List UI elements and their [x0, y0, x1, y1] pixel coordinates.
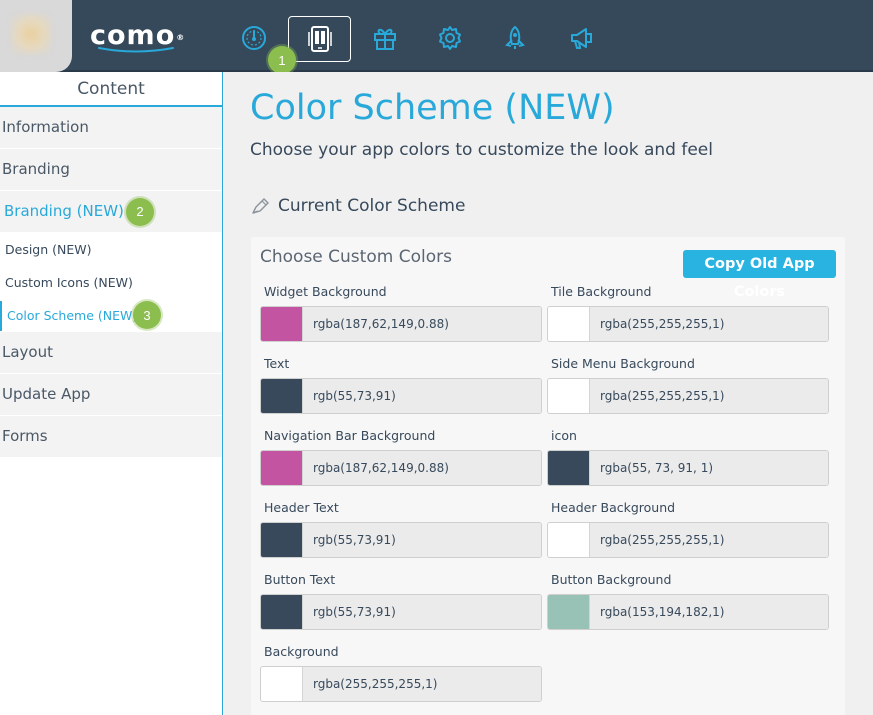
color-input[interactable]: rgba(187,62,149,0.88): [260, 306, 542, 342]
color-swatch[interactable]: [548, 451, 589, 485]
sidebar: Content Information Branding Branding (N…: [0, 72, 223, 715]
color-input[interactable]: rgb(55,73,91): [260, 594, 542, 630]
logo-swoosh-icon: [98, 47, 174, 53]
color-value-input[interactable]: rgba(255,255,255,1): [589, 379, 828, 413]
brush-icon: [250, 196, 272, 216]
gift-icon: [374, 28, 396, 50]
field-label: Side Menu Background: [551, 356, 695, 371]
nav-app-content-button[interactable]: [288, 16, 351, 62]
section-title: Current Color Scheme: [250, 196, 465, 216]
color-swatch[interactable]: [261, 379, 302, 413]
sidebar-item-branding-new[interactable]: Branding (NEW) 2: [0, 191, 222, 233]
main-content: Color Scheme (NEW) Choose your app color…: [224, 72, 873, 715]
color-input[interactable]: rgba(255,255,255,1): [547, 306, 829, 342]
custom-colors-panel: Choose Custom Colors Copy Old App Colors…: [251, 237, 845, 715]
color-swatch[interactable]: [261, 307, 302, 341]
field-navigation-bar-background: Navigation Bar Background rgba(187,62,14…: [260, 427, 542, 486]
color-value-input[interactable]: rgba(255,255,255,1): [302, 667, 541, 701]
color-value-input[interactable]: rgba(55, 73, 91, 1): [589, 451, 828, 485]
color-input[interactable]: rgba(187,62,149,0.88): [260, 450, 542, 486]
field-header-text: Header Text rgb(55,73,91): [260, 499, 542, 558]
color-input[interactable]: rgba(55, 73, 91, 1): [547, 450, 829, 486]
app-thumbnail[interactable]: [0, 0, 72, 72]
sidebar-subitem-design[interactable]: Design (NEW): [0, 233, 222, 266]
sidebar-header: Content: [0, 72, 222, 107]
color-swatch[interactable]: [548, 523, 589, 557]
color-value-input[interactable]: rgba(153,194,182,1): [589, 595, 828, 629]
field-label: Tile Background: [551, 284, 652, 299]
field-label: Widget Background: [264, 284, 387, 299]
color-value-input[interactable]: rgb(55,73,91): [302, 379, 541, 413]
field-header-background: Header Background rgba(255,255,255,1): [547, 499, 829, 558]
field-label: Text: [264, 356, 290, 371]
app-thumbnail-image: [11, 14, 51, 54]
panel-title: Choose Custom Colors: [260, 247, 452, 267]
color-value-input[interactable]: rgba(255,255,255,1): [589, 523, 828, 557]
color-swatch[interactable]: [261, 595, 302, 629]
dashboard-icon: [242, 26, 266, 50]
sidebar-item-information[interactable]: Information: [0, 107, 222, 149]
color-swatch[interactable]: [548, 307, 589, 341]
mobile-app-icon: [307, 26, 332, 52]
color-input[interactable]: rgba(255,255,255,1): [260, 666, 542, 702]
step-badge-1: 1: [268, 46, 296, 74]
nav-settings-button[interactable]: [428, 18, 472, 58]
sidebar-item-update-app[interactable]: Update App: [0, 374, 222, 416]
sidebar-item-layout[interactable]: Layout: [0, 332, 222, 374]
color-input[interactable]: rgb(55,73,91): [260, 378, 542, 414]
field-background: Background rgba(255,255,255,1): [260, 643, 542, 702]
sidebar-item-branding[interactable]: Branding: [0, 149, 222, 191]
step-badge-3: 3: [133, 301, 161, 329]
sidebar-item-forms[interactable]: Forms: [0, 416, 222, 458]
field-label: icon: [551, 428, 577, 443]
field-side-menu-background: Side Menu Background rgba(255,255,255,1): [547, 355, 829, 414]
field-label: Header Background: [551, 500, 676, 515]
field-label: Header Text: [264, 500, 339, 515]
color-value-input[interactable]: rgb(55,73,91): [302, 523, 541, 557]
logo-registered-mark: ®: [176, 33, 186, 42]
color-swatch[interactable]: [548, 379, 589, 413]
como-logo[interactable]: como®: [90, 22, 184, 50]
sidebar-subitem-custom-icons[interactable]: Custom Icons (NEW): [0, 266, 222, 299]
field-label: Button Text: [264, 572, 336, 587]
page-subtitle: Choose your app colors to customize the …: [250, 140, 713, 160]
color-input[interactable]: rgb(55,73,91): [260, 522, 542, 558]
field-button-text: Button Text rgb(55,73,91): [260, 571, 542, 630]
color-swatch[interactable]: [261, 667, 302, 701]
page-title: Color Scheme (NEW): [250, 88, 615, 128]
section-title-text: Current Color Scheme: [278, 196, 466, 216]
copy-old-app-colors-button[interactable]: Copy Old App Colors: [683, 250, 836, 300]
color-input[interactable]: rgba(255,255,255,1): [547, 522, 829, 558]
color-swatch[interactable]: [261, 523, 302, 557]
sidebar-subitem-color-scheme[interactable]: Color Scheme (NEW) 3: [0, 299, 222, 332]
color-input[interactable]: rgba(153,194,182,1): [547, 594, 829, 630]
color-swatch[interactable]: [261, 451, 302, 485]
nav-marketing-button[interactable]: [560, 18, 604, 58]
nav-promotions-button[interactable]: [363, 18, 407, 58]
field-text: Text rgb(55,73,91): [260, 355, 542, 414]
field-icon: icon rgba(55, 73, 91, 1): [547, 427, 829, 486]
field-label: Background: [264, 644, 339, 659]
step-badge-2: 2: [126, 198, 154, 226]
sidebar-item-label: Color Scheme (NEW): [7, 308, 138, 323]
color-swatch[interactable]: [548, 595, 589, 629]
field-tile-background: Tile Background rgba(255,255,255,1): [547, 283, 829, 342]
gear-icon: [439, 26, 461, 50]
color-input[interactable]: rgba(255,255,255,1): [547, 378, 829, 414]
megaphone-icon: [571, 28, 592, 49]
color-value-input[interactable]: rgba(255,255,255,1): [589, 307, 828, 341]
color-value-input[interactable]: rgba(187,62,149,0.88): [302, 451, 541, 485]
field-label: Navigation Bar Background: [264, 428, 436, 443]
color-value-input[interactable]: rgba(187,62,149,0.88): [302, 307, 541, 341]
top-navigation-bar: como® 1: [0, 0, 873, 74]
field-label: Button Background: [551, 572, 672, 587]
rocket-icon: [505, 25, 525, 49]
sidebar-item-label: Branding (NEW): [4, 202, 124, 220]
nav-publish-button[interactable]: [493, 18, 537, 58]
field-widget-background: Widget Background rgba(187,62,149,0.88): [260, 283, 542, 342]
color-value-input[interactable]: rgb(55,73,91): [302, 595, 541, 629]
field-button-background: Button Background rgba(153,194,182,1): [547, 571, 829, 630]
